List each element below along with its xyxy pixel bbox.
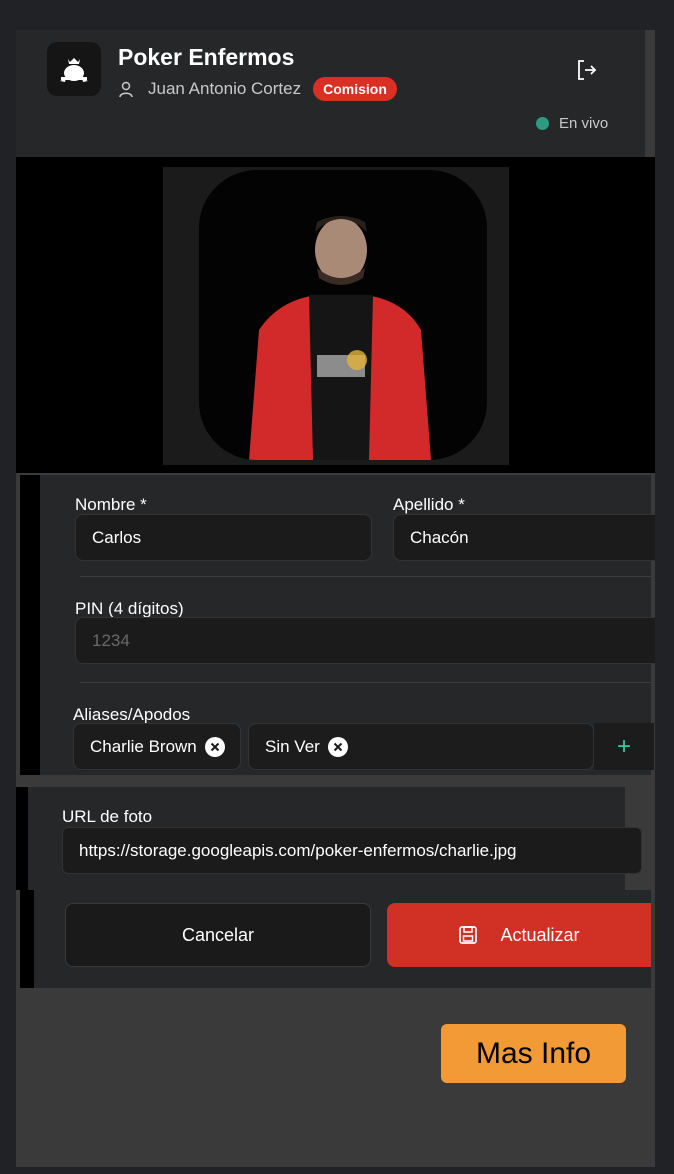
photo-frame — [163, 167, 509, 465]
nombre-field[interactable]: Carlos — [75, 514, 372, 561]
photo-url-field[interactable]: https://storage.googleapis.com/poker-enf… — [62, 827, 642, 874]
alias-chip-label: Sin Ver — [265, 736, 320, 756]
apellido-field[interactable]: Chacón — [393, 514, 655, 561]
photo-area — [16, 157, 655, 473]
player-form: Nombre * Carlos Apellido * Chacón PIN (4… — [20, 475, 655, 775]
aliases-label: Aliases/Apodos — [73, 705, 191, 724]
user-info: Juan Antonio Cortez Comision — [118, 75, 397, 103]
cancel-button[interactable]: Cancelar — [65, 903, 371, 967]
live-dot-icon — [536, 117, 549, 130]
logout-icon — [578, 60, 597, 80]
url-label: URL de foto — [62, 807, 153, 826]
player-edit-screen: Poker Enfermos Juan Antonio Cortez Comis… — [16, 30, 655, 1167]
remove-alias-icon[interactable] — [204, 736, 225, 757]
live-status: En vivo — [536, 115, 608, 132]
form-actions: Cancelar Actualizar — [20, 890, 651, 988]
divider — [80, 576, 651, 577]
live-status-text: En vivo — [559, 115, 609, 132]
update-button[interactable]: Actualizar — [387, 903, 651, 967]
user-icon — [118, 80, 136, 98]
nombre-label: Nombre * — [75, 495, 147, 514]
app-header: Poker Enfermos Juan Antonio Cortez Comis… — [16, 30, 645, 157]
alias-chip: Charlie Brown — [73, 723, 241, 770]
pin-label: PIN (4 dígitos) — [75, 599, 184, 618]
app-title: Poker Enfermos — [118, 44, 295, 70]
apellido-label: Apellido * — [393, 495, 465, 514]
alias-chip-label: Charlie Brown — [90, 736, 197, 756]
pin-field[interactable]: 1234 — [75, 617, 655, 664]
photo-url-body: URL de foto https://storage.googleapis.c… — [28, 787, 642, 890]
player-form-body: Nombre * Carlos Apellido * Chacón PIN (4… — [40, 475, 655, 775]
remove-alias-icon[interactable] — [327, 736, 348, 757]
logout-button[interactable] — [573, 56, 601, 84]
update-button-label: Actualizar — [500, 924, 580, 945]
role-badge: Comision — [313, 77, 397, 101]
divider — [80, 682, 651, 683]
more-info-button[interactable]: Mas Info — [441, 1024, 626, 1083]
save-icon — [458, 925, 478, 945]
add-alias-button[interactable]: + — [594, 723, 654, 770]
alias-chip: Sin Ver — [248, 723, 594, 770]
poker-crown-logo-icon — [47, 42, 101, 96]
photo-url-section: URL de foto https://storage.googleapis.c… — [16, 787, 642, 890]
user-name: Juan Antonio Cortez — [148, 79, 302, 98]
player-photo — [199, 170, 487, 460]
form-actions-body: Cancelar Actualizar — [34, 890, 651, 988]
